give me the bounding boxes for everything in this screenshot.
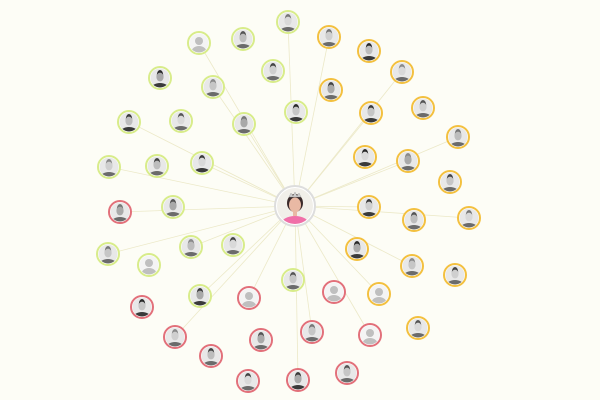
person-node[interactable]: [169, 109, 193, 138]
person-node[interactable]: [148, 66, 172, 95]
person-node-placeholder[interactable]: [322, 280, 346, 309]
person-node[interactable]: [281, 268, 305, 297]
edge: [294, 205, 470, 219]
person-node[interactable]: [179, 235, 203, 264]
center-person-node[interactable]: [274, 185, 316, 232]
person-node[interactable]: [96, 242, 120, 271]
person-node[interactable]: [188, 284, 212, 313]
person-node[interactable]: [163, 325, 187, 354]
nodes-layer: [96, 10, 481, 398]
person-node[interactable]: [249, 328, 273, 357]
person-node[interactable]: [402, 208, 426, 237]
person-node[interactable]: [443, 263, 467, 292]
person-node[interactable]: [199, 344, 223, 373]
person-node[interactable]: [300, 320, 324, 349]
person-node[interactable]: [406, 316, 430, 345]
person-node[interactable]: [108, 200, 132, 229]
person-node[interactable]: [201, 75, 225, 104]
person-node[interactable]: [190, 151, 214, 180]
person-node[interactable]: [130, 295, 154, 324]
person-node[interactable]: [335, 361, 359, 390]
person-node[interactable]: [357, 39, 381, 68]
person-node[interactable]: [286, 368, 310, 397]
person-node[interactable]: [390, 60, 414, 89]
person-node[interactable]: [117, 110, 141, 139]
edge: [119, 205, 296, 213]
person-node[interactable]: [357, 195, 381, 224]
person-node[interactable]: [396, 149, 420, 178]
edge: [294, 136, 459, 207]
person-node[interactable]: [446, 125, 470, 154]
network-canvas: [96, 10, 481, 398]
person-node[interactable]: [97, 155, 121, 184]
person-node-placeholder[interactable]: [367, 282, 391, 311]
person-node[interactable]: [261, 59, 285, 88]
network-diagram: [0, 0, 600, 400]
person-node[interactable]: [317, 25, 341, 54]
person-node[interactable]: [345, 237, 369, 266]
person-node[interactable]: [276, 10, 300, 39]
person-node[interactable]: [411, 96, 435, 125]
person-node-placeholder[interactable]: [137, 253, 161, 282]
edge: [294, 205, 299, 381]
person-node[interactable]: [353, 145, 377, 174]
person-node[interactable]: [359, 101, 383, 130]
edge: [212, 86, 296, 207]
person-node[interactable]: [400, 254, 424, 283]
person-node[interactable]: [457, 206, 481, 235]
person-node[interactable]: [231, 27, 255, 56]
person-node-placeholder[interactable]: [358, 323, 382, 352]
edge: [174, 205, 296, 338]
person-node[interactable]: [438, 170, 462, 199]
person-node[interactable]: [284, 100, 308, 129]
person-node[interactable]: [319, 78, 343, 107]
person-node[interactable]: [236, 369, 260, 398]
person-node-placeholder[interactable]: [237, 286, 261, 315]
person-node[interactable]: [161, 195, 185, 224]
